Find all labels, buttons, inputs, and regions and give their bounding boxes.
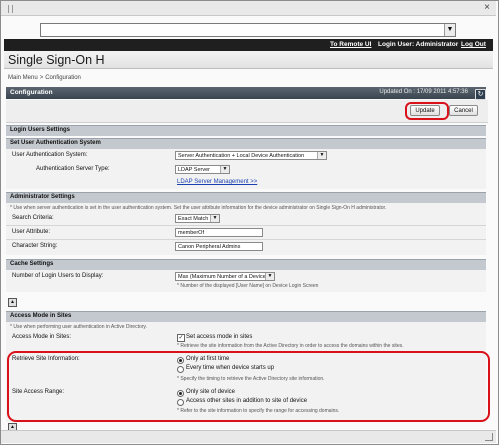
- configuration-title: Configuration: [10, 89, 53, 96]
- user-auth-system-label: User Authentication System:: [12, 152, 88, 158]
- breadcrumb-current: Configuration: [45, 75, 81, 81]
- refresh-icon[interactable]: ↻: [475, 89, 486, 100]
- login-user-text: Login User: Administrator: [378, 41, 459, 48]
- num-login-users-value: Max (Maximum Number of a Device): [178, 274, 268, 280]
- updated-on-text: Updated On : 17/09 2011 4:57:36: [379, 89, 468, 95]
- administrator-note: * Use when server authentication is set …: [10, 205, 387, 211]
- range-note: * Refer to the site information to speci…: [177, 408, 340, 414]
- site-access-range-label: Site Access Range:: [12, 389, 65, 395]
- auth-server-type-value: LDAP Server: [178, 167, 210, 173]
- character-string-label: Character String:: [12, 243, 58, 249]
- retrieve-site-info-label: Retrieve Site Information:: [12, 356, 80, 362]
- app-title: Single Sign-On H: [8, 53, 105, 67]
- set-user-auth-system-title: Set User Authentication System: [10, 140, 101, 146]
- access-mode-note: * Use when performing user authenticatio…: [10, 324, 147, 330]
- retrieve-note: * Specify the timing to retrieve the Act…: [177, 376, 325, 382]
- login-users-settings-title: Login Users Settings: [10, 127, 71, 133]
- auth-server-type-label: Authentication Server Type:: [36, 166, 110, 172]
- set-user-auth-system-bar: Set User Authentication System: [6, 138, 486, 149]
- range-other-sites-radio[interactable]: [177, 399, 184, 406]
- chevron-down-icon[interactable]: ▼: [444, 24, 455, 36]
- search-criteria-value: Exact Match: [178, 216, 209, 222]
- user-attribute-label: User Attribute:: [12, 229, 51, 235]
- user-attribute-input[interactable]: memberOf: [175, 228, 263, 237]
- administrator-settings-bar: Administrator Settings: [6, 192, 486, 203]
- auth-server-type-select[interactable]: LDAP Server ▼: [175, 165, 230, 174]
- breadcrumb: Main Menu > Configuration: [8, 75, 81, 81]
- search-criteria-select[interactable]: Exact Match ▼: [175, 214, 220, 223]
- num-login-users-label: Number of Login Users to Display:: [12, 273, 104, 279]
- breadcrumb-separator: >: [39, 75, 44, 81]
- chevron-down-icon[interactable]: ▼: [317, 152, 326, 159]
- num-login-users-note: * Number of the displayed [User Name] on…: [177, 283, 319, 289]
- chevron-down-icon[interactable]: ▼: [220, 166, 229, 173]
- breadcrumb-main-menu[interactable]: Main Menu: [8, 75, 38, 81]
- access-mode-title: Access Mode in Sites: [10, 313, 72, 319]
- access-mode-checkbox[interactable]: ✓: [177, 334, 185, 342]
- user-auth-system-select[interactable]: Server Authentication + Local Device Aut…: [175, 151, 327, 160]
- retrieve-every-time-label: Every time when device starts up: [186, 365, 275, 371]
- log-out-link[interactable]: Log Out: [461, 41, 486, 48]
- user-auth-system-value: Server Authentication + Local Device Aut…: [178, 153, 305, 159]
- row-divider: [6, 225, 486, 226]
- range-other-sites-label: Access other sites in addition to site o…: [186, 398, 308, 404]
- to-remote-ui-link[interactable]: To Remote UI: [330, 41, 371, 48]
- chevron-down-icon[interactable]: ▼: [265, 273, 274, 280]
- window-bottom-bar: [1, 430, 496, 443]
- num-login-users-select[interactable]: Max (Maximum Number of a Device) ▼: [175, 272, 275, 281]
- access-mode-description: * Retrieve the site information from the…: [177, 343, 404, 349]
- retrieve-first-time-radio[interactable]: [177, 357, 184, 364]
- cache-settings-title: Cache Settings: [10, 261, 54, 267]
- cancel-button[interactable]: Cancel: [449, 105, 478, 116]
- access-mode-checkbox-label: Set access mode in sites: [186, 334, 253, 340]
- cache-settings-bar: Cache Settings: [6, 259, 486, 270]
- top-link-stripe: To Remote UI Login User: Administrator L…: [4, 39, 493, 51]
- ldap-server-management-link[interactable]: LDAP Server Management >>: [177, 179, 257, 185]
- window-top-bar: ×: [1, 1, 496, 16]
- resize-grip-icon[interactable]: [485, 433, 493, 441]
- administrator-settings-title: Administrator Settings: [10, 194, 75, 200]
- retrieve-first-time-label: Only at first time: [186, 356, 230, 362]
- address-dropdown[interactable]: ▼: [40, 23, 456, 37]
- login-users-settings-bar: Login Users Settings: [6, 125, 486, 136]
- drag-grip-icon[interactable]: [8, 5, 13, 13]
- chevron-down-icon[interactable]: ▼: [210, 215, 219, 222]
- retrieve-every-time-radio[interactable]: [177, 366, 184, 373]
- update-button[interactable]: Update: [410, 105, 440, 116]
- search-criteria-label: Search Criteria:: [12, 215, 54, 221]
- access-mode-bar: Access Mode in Sites: [6, 311, 486, 322]
- character-string-input[interactable]: Canon Peripheral Admins: [175, 242, 263, 251]
- access-mode-label: Access Mode in Sites:: [12, 334, 72, 340]
- range-only-device-label: Only site of device: [186, 389, 236, 395]
- range-only-device-radio[interactable]: [177, 390, 184, 397]
- close-icon[interactable]: ×: [484, 2, 490, 14]
- row-divider: [6, 239, 486, 240]
- scroll-up-icon[interactable]: ▲: [8, 298, 17, 307]
- configuration-header: Configuration Updated On : 17/09 2011 4:…: [6, 87, 486, 99]
- app-brand-bar: Single Sign-On H: [4, 51, 493, 69]
